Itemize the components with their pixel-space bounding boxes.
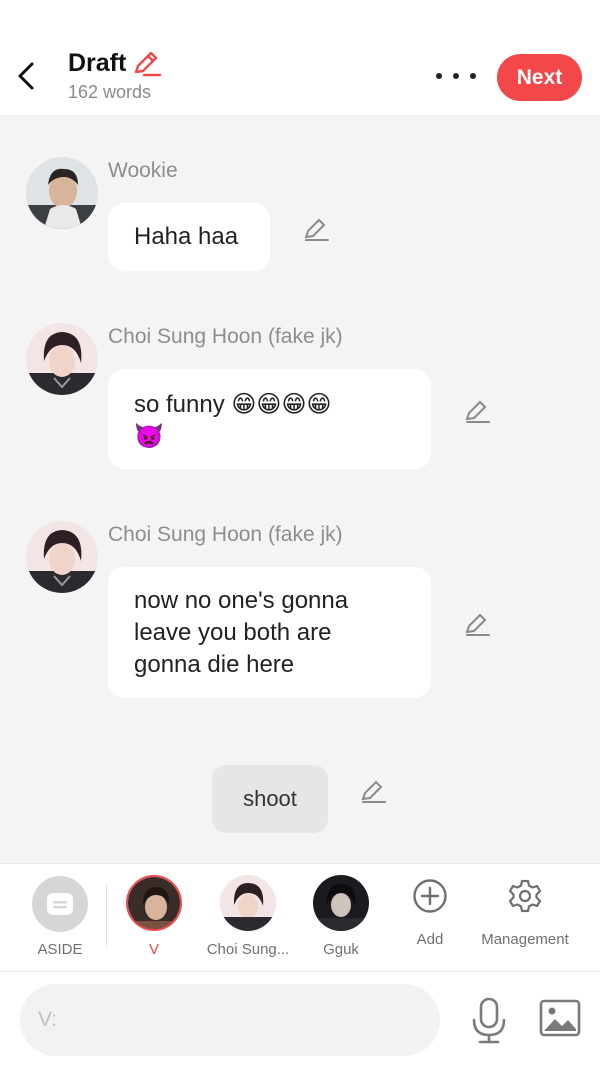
- plus-circle-icon: [412, 878, 448, 914]
- management-button[interactable]: Management: [472, 864, 578, 972]
- header: Draft 162 words Next: [0, 0, 600, 115]
- character-aside[interactable]: ASIDE: [12, 864, 108, 972]
- add-label: Add: [416, 931, 444, 948]
- devil-emoji: 👿: [134, 423, 164, 450]
- more-icon[interactable]: [436, 62, 476, 90]
- character-label: Gguk: [323, 941, 359, 958]
- character-label: V: [148, 941, 159, 958]
- add-character-button[interactable]: Add: [382, 864, 478, 972]
- message-line: gonna die here: [134, 651, 295, 678]
- message-text: Haha haa: [134, 223, 239, 250]
- mic-icon[interactable]: [468, 996, 510, 1046]
- avatar-choi-sung-hoon[interactable]: [26, 323, 98, 395]
- message-line: now no one's gonna: [134, 587, 349, 614]
- edit-message-pencil-icon[interactable]: [463, 397, 491, 425]
- sender-name: Choi Sung Hoon (fake jk): [108, 325, 343, 348]
- image-icon[interactable]: [538, 998, 582, 1038]
- character-v[interactable]: V: [106, 864, 202, 972]
- edit-title-pencil-icon[interactable]: [132, 48, 162, 78]
- back-arrow-icon[interactable]: [12, 58, 42, 94]
- word-count: 162 words: [68, 82, 152, 102]
- management-label: Management: [481, 931, 569, 948]
- character-gguk[interactable]: Gguk: [293, 864, 389, 972]
- character-choi-sung-hoon[interactable]: Choi Sung...: [200, 864, 296, 972]
- message-line: leave you both are: [134, 619, 332, 646]
- sender-name: Wookie: [108, 159, 178, 182]
- chat-draft-screen: Draft 162 words Next Wookie Haha haa Cho…: [0, 0, 600, 1067]
- character-label: Choi Sung...: [206, 941, 290, 958]
- message-input[interactable]: [20, 984, 440, 1056]
- character-bar: ASIDE V Choi Sung... Gguk Add Management: [0, 863, 600, 971]
- next-button[interactable]: Next: [497, 54, 582, 101]
- avatar-wookie[interactable]: [26, 157, 98, 229]
- message-text: so funny: [134, 391, 225, 418]
- avatar-v: [126, 875, 182, 931]
- sender-name: Choi Sung Hoon (fake jk): [108, 523, 343, 546]
- narration-bubble[interactable]: shoot: [212, 765, 328, 833]
- aside-icon: [32, 876, 88, 932]
- page-title: Draft: [68, 48, 127, 77]
- title-block: Draft 162 words: [68, 48, 162, 103]
- avatar-choi-sung-hoon[interactable]: [26, 521, 98, 593]
- avatar-gguk: [313, 875, 369, 931]
- input-bar: [0, 971, 600, 1067]
- gear-icon: [507, 878, 543, 914]
- edit-message-pencil-icon[interactable]: [302, 215, 330, 243]
- message-bubble[interactable]: now no one's gonna leave you both are go…: [108, 567, 431, 698]
- edit-narration-pencil-icon[interactable]: [359, 777, 387, 805]
- laughing-emojis: 😁😁😁😁: [231, 391, 332, 418]
- message-bubble[interactable]: Haha haa: [108, 203, 270, 271]
- message-bubble[interactable]: so funny 😁😁😁😁 👿: [108, 369, 431, 469]
- avatar-choi-sung-hoon: [220, 875, 276, 931]
- edit-message-pencil-icon[interactable]: [463, 610, 491, 638]
- character-label: ASIDE: [37, 941, 83, 958]
